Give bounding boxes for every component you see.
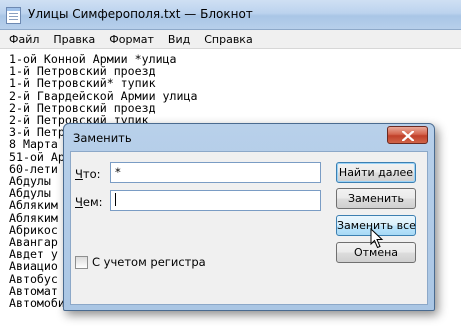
menu-file[interactable]: Файл [2,30,46,49]
window-titlebar[interactable]: Улицы Симферополя.txt — Блокнот [0,0,461,30]
match-case-label: С учетом регистра [92,255,206,269]
mouse-pointer-icon [370,228,384,249]
find-input-value: * [115,165,121,179]
window-title: Улицы Симферополя.txt — Блокнот [28,7,253,21]
find-label: Что: [75,167,101,181]
menu-edit[interactable]: Правка [46,30,102,49]
find-input[interactable]: * [110,162,321,183]
replace-label: Чем: [75,195,103,209]
dialog-close-button[interactable] [387,126,428,144]
notepad-icon [6,7,21,24]
replace-button[interactable]: Заменить [336,188,416,209]
menu-help[interactable]: Справка [197,30,259,49]
find-next-button[interactable]: Найти далее [336,162,416,183]
dialog-title: Заменить [73,131,132,145]
menu-bar: Файл Правка Формат Вид Справка [0,30,461,49]
replace-input[interactable] [110,190,321,211]
text-caret [115,193,116,206]
match-case-checkbox[interactable] [75,256,88,269]
menu-format[interactable]: Формат [102,30,161,49]
close-icon [402,131,414,141]
menu-view[interactable]: Вид [161,30,197,49]
